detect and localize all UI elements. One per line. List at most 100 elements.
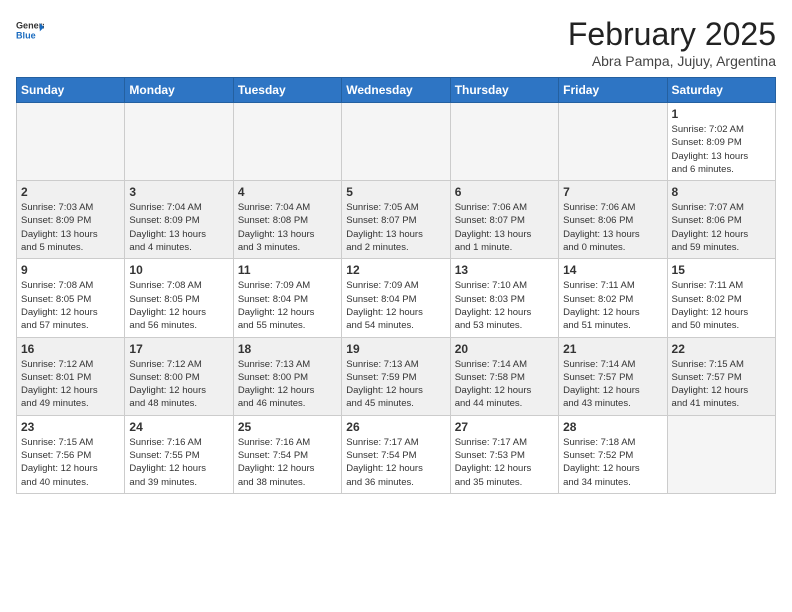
week-row-3: 9 Sunrise: 7:08 AM Sunset: 8:05 PM Daylig… <box>17 259 776 337</box>
day-number: 23 <box>21 420 120 434</box>
logo: General Blue <box>16 16 44 44</box>
calendar-cell <box>559 103 667 181</box>
week-row-5: 23 Sunrise: 7:15 AM Sunset: 7:56 PM Dayli… <box>17 415 776 493</box>
day-number: 4 <box>238 185 337 199</box>
weekday-header-sunday: Sunday <box>17 78 125 103</box>
day-number: 21 <box>563 342 662 356</box>
day-info: Sunrise: 7:04 AM Sunset: 8:09 PM Dayligh… <box>129 201 228 254</box>
calendar-cell: 11 Sunrise: 7:09 AM Sunset: 8:04 PM Dayli… <box>233 259 341 337</box>
svg-text:Blue: Blue <box>16 30 36 40</box>
day-number: 11 <box>238 263 337 277</box>
day-info: Sunrise: 7:04 AM Sunset: 8:08 PM Dayligh… <box>238 201 337 254</box>
calendar-cell: 23 Sunrise: 7:15 AM Sunset: 7:56 PM Dayli… <box>17 415 125 493</box>
day-number: 17 <box>129 342 228 356</box>
day-number: 13 <box>455 263 554 277</box>
day-info: Sunrise: 7:05 AM Sunset: 8:07 PM Dayligh… <box>346 201 445 254</box>
day-info: Sunrise: 7:17 AM Sunset: 7:54 PM Dayligh… <box>346 436 445 489</box>
calendar-cell: 17Sunrise: 7:12 AM Sunset: 8:00 PM Dayli… <box>125 337 233 415</box>
weekday-header-row: SundayMondayTuesdayWednesdayThursdayFrid… <box>17 78 776 103</box>
calendar-cell: 28Sunrise: 7:18 AM Sunset: 7:52 PM Dayli… <box>559 415 667 493</box>
day-info: Sunrise: 7:13 AM Sunset: 8:00 PM Dayligh… <box>238 358 337 411</box>
day-info: Sunrise: 7:11 AM Sunset: 8:02 PM Dayligh… <box>563 279 662 332</box>
day-info: Sunrise: 7:15 AM Sunset: 7:57 PM Dayligh… <box>672 358 771 411</box>
calendar-cell: 9 Sunrise: 7:08 AM Sunset: 8:05 PM Daylig… <box>17 259 125 337</box>
calendar-cell: 24 Sunrise: 7:16 AM Sunset: 7:55 PM Dayli… <box>125 415 233 493</box>
week-row-2: 2Sunrise: 7:03 AM Sunset: 8:09 PM Daylig… <box>17 181 776 259</box>
calendar-cell <box>667 415 775 493</box>
day-number: 27 <box>455 420 554 434</box>
day-info: Sunrise: 7:11 AM Sunset: 8:02 PM Dayligh… <box>672 279 771 332</box>
calendar-cell: 4 Sunrise: 7:04 AM Sunset: 8:08 PM Daylig… <box>233 181 341 259</box>
calendar-cell: 27 Sunrise: 7:17 AM Sunset: 7:53 PM Dayli… <box>450 415 558 493</box>
day-number: 19 <box>346 342 445 356</box>
day-info: Sunrise: 7:16 AM Sunset: 7:54 PM Dayligh… <box>238 436 337 489</box>
page-header: General Blue February 2025 Abra Pampa, J… <box>16 16 776 69</box>
calendar-table: SundayMondayTuesdayWednesdayThursdayFrid… <box>16 77 776 494</box>
day-number: 7 <box>563 185 662 199</box>
day-info: Sunrise: 7:17 AM Sunset: 7:53 PM Dayligh… <box>455 436 554 489</box>
day-number: 22 <box>672 342 771 356</box>
day-info: Sunrise: 7:18 AM Sunset: 7:52 PM Dayligh… <box>563 436 662 489</box>
calendar-title: February 2025 <box>568 16 776 53</box>
weekday-header-saturday: Saturday <box>667 78 775 103</box>
day-number: 15 <box>672 263 771 277</box>
calendar-cell: 13Sunrise: 7:10 AM Sunset: 8:03 PM Dayli… <box>450 259 558 337</box>
calendar-cell <box>342 103 450 181</box>
day-info: Sunrise: 7:08 AM Sunset: 8:05 PM Dayligh… <box>21 279 120 332</box>
calendar-cell: 15 Sunrise: 7:11 AM Sunset: 8:02 PM Dayli… <box>667 259 775 337</box>
calendar-cell: 20 Sunrise: 7:14 AM Sunset: 7:58 PM Dayli… <box>450 337 558 415</box>
weekday-header-tuesday: Tuesday <box>233 78 341 103</box>
day-info: Sunrise: 7:14 AM Sunset: 7:57 PM Dayligh… <box>563 358 662 411</box>
calendar-cell <box>233 103 341 181</box>
day-info: Sunrise: 7:09 AM Sunset: 8:04 PM Dayligh… <box>346 279 445 332</box>
day-number: 26 <box>346 420 445 434</box>
day-number: 16 <box>21 342 120 356</box>
day-info: Sunrise: 7:09 AM Sunset: 8:04 PM Dayligh… <box>238 279 337 332</box>
day-number: 18 <box>238 342 337 356</box>
day-info: Sunrise: 7:08 AM Sunset: 8:05 PM Dayligh… <box>129 279 228 332</box>
calendar-cell: 8Sunrise: 7:07 AM Sunset: 8:06 PM Daylig… <box>667 181 775 259</box>
weekday-header-monday: Monday <box>125 78 233 103</box>
day-number: 1 <box>672 107 771 121</box>
weekday-header-thursday: Thursday <box>450 78 558 103</box>
calendar-cell: 1 Sunrise: 7:02 AM Sunset: 8:09 PM Daylig… <box>667 103 775 181</box>
calendar-cell: 2Sunrise: 7:03 AM Sunset: 8:09 PM Daylig… <box>17 181 125 259</box>
calendar-cell: 22 Sunrise: 7:15 AM Sunset: 7:57 PM Dayli… <box>667 337 775 415</box>
day-number: 9 <box>21 263 120 277</box>
calendar-cell: 26 Sunrise: 7:17 AM Sunset: 7:54 PM Dayli… <box>342 415 450 493</box>
calendar-cell: 14 Sunrise: 7:11 AM Sunset: 8:02 PM Dayli… <box>559 259 667 337</box>
day-number: 8 <box>672 185 771 199</box>
weekday-header-friday: Friday <box>559 78 667 103</box>
calendar-cell: 7 Sunrise: 7:06 AM Sunset: 8:06 PM Daylig… <box>559 181 667 259</box>
calendar-cell: 6Sunrise: 7:06 AM Sunset: 8:07 PM Daylig… <box>450 181 558 259</box>
day-number: 10 <box>129 263 228 277</box>
calendar-cell: 19Sunrise: 7:13 AM Sunset: 7:59 PM Dayli… <box>342 337 450 415</box>
logo-icon: General Blue <box>16 16 44 44</box>
day-info: Sunrise: 7:02 AM Sunset: 8:09 PM Dayligh… <box>672 123 771 176</box>
week-row-4: 16 Sunrise: 7:12 AM Sunset: 8:01 PM Dayli… <box>17 337 776 415</box>
day-info: Sunrise: 7:12 AM Sunset: 8:01 PM Dayligh… <box>21 358 120 411</box>
day-info: Sunrise: 7:14 AM Sunset: 7:58 PM Dayligh… <box>455 358 554 411</box>
calendar-cell: 10 Sunrise: 7:08 AM Sunset: 8:05 PM Dayli… <box>125 259 233 337</box>
calendar-cell: 25 Sunrise: 7:16 AM Sunset: 7:54 PM Dayli… <box>233 415 341 493</box>
day-info: Sunrise: 7:06 AM Sunset: 8:06 PM Dayligh… <box>563 201 662 254</box>
calendar-cell: 12 Sunrise: 7:09 AM Sunset: 8:04 PM Dayli… <box>342 259 450 337</box>
calendar-cell: 3 Sunrise: 7:04 AM Sunset: 8:09 PM Daylig… <box>125 181 233 259</box>
day-info: Sunrise: 7:16 AM Sunset: 7:55 PM Dayligh… <box>129 436 228 489</box>
calendar-cell <box>125 103 233 181</box>
day-number: 2 <box>21 185 120 199</box>
day-number: 24 <box>129 420 228 434</box>
title-section: February 2025 Abra Pampa, Jujuy, Argenti… <box>568 16 776 69</box>
day-number: 14 <box>563 263 662 277</box>
calendar-cell: 21 Sunrise: 7:14 AM Sunset: 7:57 PM Dayli… <box>559 337 667 415</box>
day-number: 25 <box>238 420 337 434</box>
day-info: Sunrise: 7:15 AM Sunset: 7:56 PM Dayligh… <box>21 436 120 489</box>
calendar-cell: 16 Sunrise: 7:12 AM Sunset: 8:01 PM Dayli… <box>17 337 125 415</box>
calendar-cell <box>450 103 558 181</box>
day-number: 5 <box>346 185 445 199</box>
weekday-header-wednesday: Wednesday <box>342 78 450 103</box>
day-number: 20 <box>455 342 554 356</box>
day-number: 3 <box>129 185 228 199</box>
day-number: 12 <box>346 263 445 277</box>
day-info: Sunrise: 7:06 AM Sunset: 8:07 PM Dayligh… <box>455 201 554 254</box>
